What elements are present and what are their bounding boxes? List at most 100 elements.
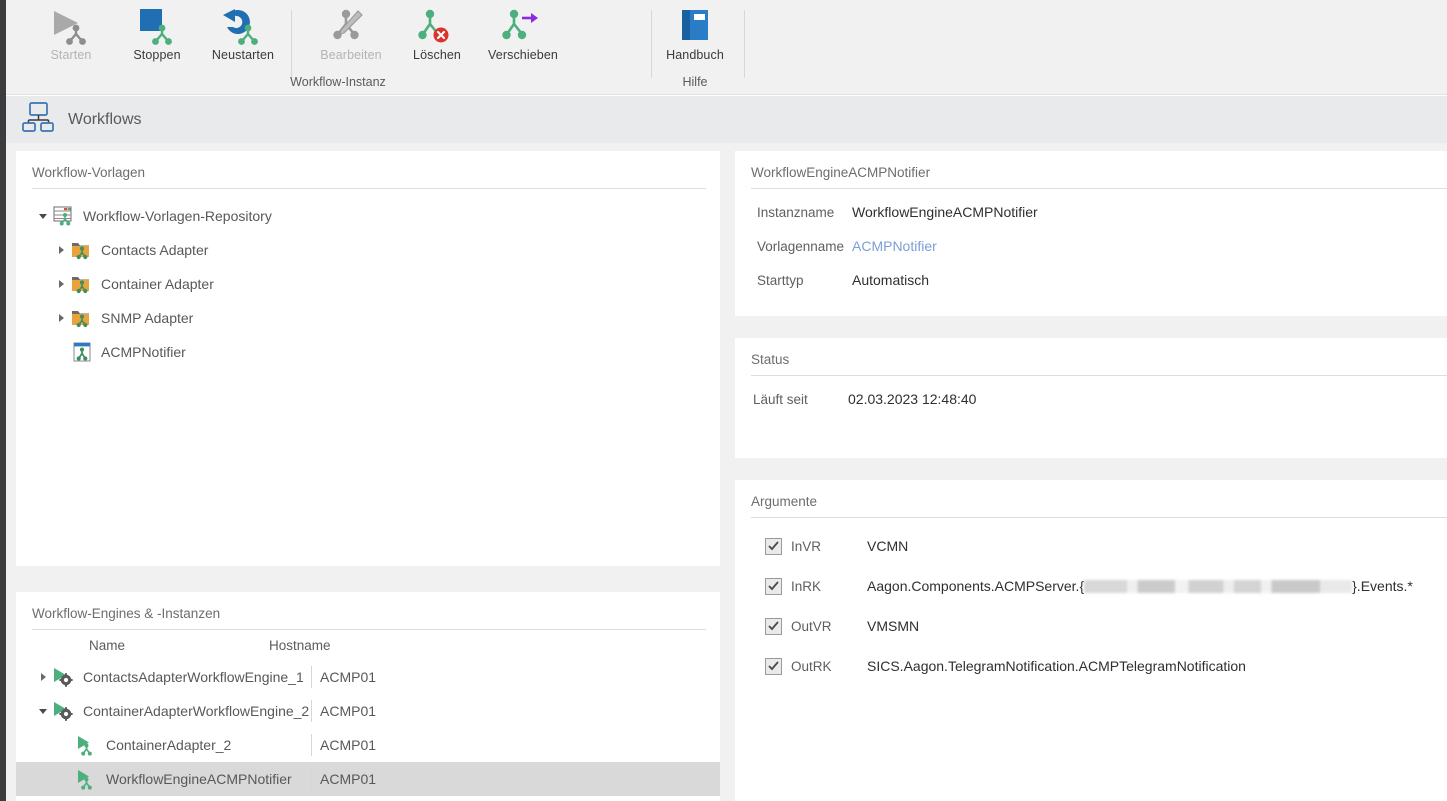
stop-button-label: Stoppen xyxy=(133,48,181,62)
workflow-hierarchy-icon xyxy=(22,102,54,137)
table-row-selected[interactable]: WorkflowEngineACMPNotifier ACMP01 xyxy=(16,762,720,796)
ribbon-group-workflow-instanz: Starten Stoppen Neustarten Bearbeiten Lö… xyxy=(28,0,648,95)
argument-checkbox[interactable] xyxy=(765,577,782,595)
argument-value: VCMN xyxy=(867,538,909,554)
engine-name: ContactsAdapterWorkflowEngine_1 xyxy=(83,669,304,685)
templates-tree: Workflow-Vorlagen-Repository Contacts Ad… xyxy=(16,189,720,369)
chevron-right-icon[interactable] xyxy=(52,314,70,322)
cell-divider xyxy=(311,768,312,790)
edit-workflow-icon xyxy=(328,6,374,46)
start-button-label: Starten xyxy=(50,48,92,62)
engine-hostname: ACMP01 xyxy=(320,669,377,685)
instance-details-panel: WorkflowEngineACMPNotifier Instanzname W… xyxy=(735,151,1447,316)
engine-name: ContainerAdapterWorkflowEngine_2 xyxy=(83,703,310,719)
detail-label: Läuft seit xyxy=(753,391,808,407)
move-button[interactable]: Verschieben xyxy=(480,4,566,70)
tree-item-label: Workflow-Vorlagen-Repository xyxy=(83,208,272,224)
chevron-right-icon[interactable] xyxy=(34,673,52,681)
page-title: Workflows xyxy=(68,110,142,128)
start-button[interactable]: Starten xyxy=(28,4,114,70)
detail-value: 02.03.2023 12:48:40 xyxy=(848,391,977,407)
edit-button[interactable]: Bearbeiten xyxy=(308,4,394,70)
tree-item-snmp-adapter[interactable]: SNMP Adapter xyxy=(34,301,720,335)
stop-workflow-icon xyxy=(134,6,180,46)
delete-button-label: Löschen xyxy=(413,48,461,62)
argument-checkbox[interactable] xyxy=(765,657,782,675)
workflow-templates-panel: Workflow-Vorlagen Workflow-Vorlagen-Repo… xyxy=(16,151,720,566)
instance-running-icon xyxy=(75,734,99,756)
detail-row-vorlagenname: Vorlagenname ACMPNotifier xyxy=(735,229,1447,263)
main-body: Workflow-Vorlagen Workflow-Vorlagen-Repo… xyxy=(6,143,1447,801)
engine-running-icon xyxy=(52,666,76,688)
engines-list: ContactsAdapterWorkflowEngine_1 ACMP01 C… xyxy=(16,660,720,796)
detail-label: Starttyp xyxy=(757,272,804,288)
move-workflow-icon xyxy=(500,6,546,46)
restart-button-label: Neustarten xyxy=(211,48,275,62)
argument-name: OutVR xyxy=(791,618,832,634)
argument-value-prefix: Aagon.Components.ACMPServer.{ xyxy=(867,578,1085,594)
column-header-hostname: Hostname xyxy=(269,637,331,653)
workflows-window: Starten Stoppen Neustarten Bearbeiten Lö… xyxy=(0,0,1447,801)
chevron-right-icon[interactable] xyxy=(52,246,70,254)
detail-row-laeuft-seit: Läuft seit 02.03.2023 12:48:40 xyxy=(735,382,1447,416)
argument-row-outvr: OutVR VMSMN xyxy=(735,606,1447,646)
column-header-name: Name xyxy=(89,637,126,653)
argument-row-outrk: OutRK SICS.Aagon.TelegramNotification.AC… xyxy=(735,646,1447,686)
instance-hostname: ACMP01 xyxy=(320,771,377,787)
play-workflow-icon xyxy=(48,6,94,46)
tree-item-acmpnotifier[interactable]: ACMPNotifier xyxy=(34,335,720,369)
instance-hostname: ACMP01 xyxy=(320,737,377,753)
restart-workflow-icon xyxy=(220,6,266,46)
repository-icon xyxy=(52,205,76,227)
manual-button-label: Handbuch xyxy=(666,48,724,62)
tree-item-label: Contacts Adapter xyxy=(101,242,209,258)
ribbon-group-title-workflow-instanz: Workflow-Instanz xyxy=(290,75,386,89)
argument-value: Aagon.Components.ACMPServer.{ }.Events.* xyxy=(867,578,1413,594)
argument-value: SICS.Aagon.TelegramNotification.ACMPTele… xyxy=(867,658,1246,674)
template-name-link[interactable]: ACMPNotifier xyxy=(852,238,937,254)
templates-panel-title: Workflow-Vorlagen xyxy=(32,165,146,180)
detail-value: Automatisch xyxy=(852,272,930,288)
argument-value: VMSMN xyxy=(867,618,920,634)
tree-item-label: SNMP Adapter xyxy=(101,310,194,326)
restart-button[interactable]: Neustarten xyxy=(200,4,286,70)
ribbon-group-title-hilfe: Hilfe xyxy=(682,75,708,89)
folder-workflow-icon xyxy=(70,273,94,295)
instance-name: ContainerAdapter_2 xyxy=(106,737,232,753)
engines-column-headers: Name Hostname xyxy=(16,630,720,660)
detail-row-starttyp: Starttyp Automatisch xyxy=(735,263,1447,297)
chevron-down-icon[interactable] xyxy=(34,213,52,219)
table-row[interactable]: ContactsAdapterWorkflowEngine_1 ACMP01 xyxy=(16,660,720,694)
detail-label: Vorlagenname xyxy=(757,238,845,254)
tree-item-contacts-adapter[interactable]: Contacts Adapter xyxy=(34,233,720,267)
table-row[interactable]: ContainerAdapterWorkflowEngine_2 ACMP01 xyxy=(16,694,720,728)
detail-label: Instanzname xyxy=(757,204,835,220)
engine-hostname: ACMP01 xyxy=(320,703,377,719)
table-row[interactable]: ContainerAdapter_2 ACMP01 xyxy=(16,728,720,762)
ribbon-divider xyxy=(291,10,292,78)
chevron-down-icon[interactable] xyxy=(34,708,52,714)
argument-name: OutRK xyxy=(791,658,832,674)
chevron-right-icon[interactable] xyxy=(52,280,70,288)
redacted-guid xyxy=(1084,580,1353,593)
status-panel: Status Läuft seit 02.03.2023 12:48:40 xyxy=(735,338,1447,458)
engines-panel-title: Workflow-Engines & -Instanzen xyxy=(32,606,221,621)
tree-item-label: ACMPNotifier xyxy=(101,344,186,360)
manual-button[interactable]: Handbuch xyxy=(652,4,738,70)
ribbon-toolbar: Starten Stoppen Neustarten Bearbeiten Lö… xyxy=(6,0,1447,95)
argument-name: InRK xyxy=(791,578,822,594)
tree-item-container-adapter[interactable]: Container Adapter xyxy=(34,267,720,301)
stop-button[interactable]: Stoppen xyxy=(114,4,200,70)
delete-button[interactable]: Löschen xyxy=(394,4,480,70)
argument-value-suffix: }.Events.* xyxy=(1352,578,1413,594)
edit-button-label: Bearbeiten xyxy=(320,48,382,62)
tree-item-label: Container Adapter xyxy=(101,276,214,292)
argument-checkbox[interactable] xyxy=(765,537,782,555)
argument-checkbox[interactable] xyxy=(765,617,782,635)
arguments-panel: Argumente InVR VCMN InRK Aagon.Component… xyxy=(735,480,1447,801)
argument-row-invr: InVR VCMN xyxy=(735,526,1447,566)
cell-divider xyxy=(311,700,312,722)
instance-running-icon xyxy=(75,768,99,790)
folder-workflow-icon xyxy=(70,307,94,329)
tree-item-repository[interactable]: Workflow-Vorlagen-Repository xyxy=(34,199,720,233)
